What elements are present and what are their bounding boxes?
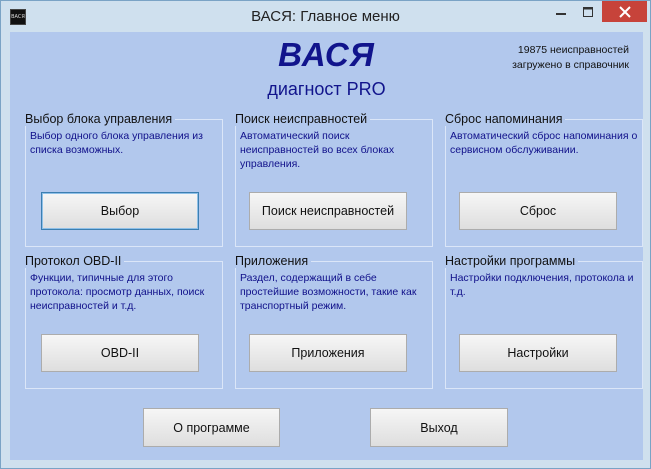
reset-button[interactable]: Сброс (459, 192, 617, 230)
applications-button[interactable]: Приложения (249, 334, 407, 372)
minimize-button[interactable] (548, 1, 574, 22)
group-description: Автоматический сброс напоминания о серви… (450, 130, 638, 156)
group-title: Выбор блока управления (22, 112, 176, 126)
faults-count: 19875 неисправностей (517, 44, 629, 56)
faults-loaded-label: загружено в справочник (512, 59, 629, 71)
group-title: Сброс напоминания (442, 112, 566, 126)
settings-button[interactable]: Настройки (459, 334, 617, 372)
close-icon (618, 5, 631, 18)
group-description: Функции, типичные для этого протокола: п… (30, 272, 205, 312)
select-button[interactable]: Выбор (41, 192, 199, 230)
group-title: Поиск неисправностей (232, 112, 371, 126)
fault-search-button[interactable]: Поиск неисправностей (249, 192, 407, 230)
close-button[interactable] (602, 1, 647, 22)
group-title: Настройки программы (442, 254, 579, 268)
about-button[interactable]: О программе (143, 408, 280, 447)
client-area: ВАСЯ диагност PRO 19875 неисправностей з… (10, 32, 643, 460)
group-title: Приложения (232, 254, 312, 268)
maximize-button[interactable] (575, 1, 601, 22)
maximize-icon (583, 6, 593, 17)
group-description: Выбор одного блока управления из списка … (30, 130, 203, 156)
obd2-button[interactable]: OBD-II (41, 334, 199, 372)
faults-count-info: 19875 неисправностей загружено в справоч… (429, 43, 629, 73)
main-window: ВАСЯ ВАСЯ: Главное меню ВАСЯ диагност PR… (0, 0, 651, 469)
brand-subtitle: диагност PRO (267, 79, 386, 99)
group-title: Протокол OBD-II (22, 254, 125, 268)
group-description: Настройки подключения, протокола и т.д. (450, 272, 634, 298)
group-description: Раздел, содержащий в себе простейшие воз… (240, 272, 417, 312)
exit-button[interactable]: Выход (370, 408, 508, 447)
minimize-icon (556, 12, 566, 15)
title-bar[interactable]: ВАСЯ ВАСЯ: Главное меню (1, 1, 650, 32)
group-description: Автоматический поиск неисправностей во в… (240, 130, 395, 170)
